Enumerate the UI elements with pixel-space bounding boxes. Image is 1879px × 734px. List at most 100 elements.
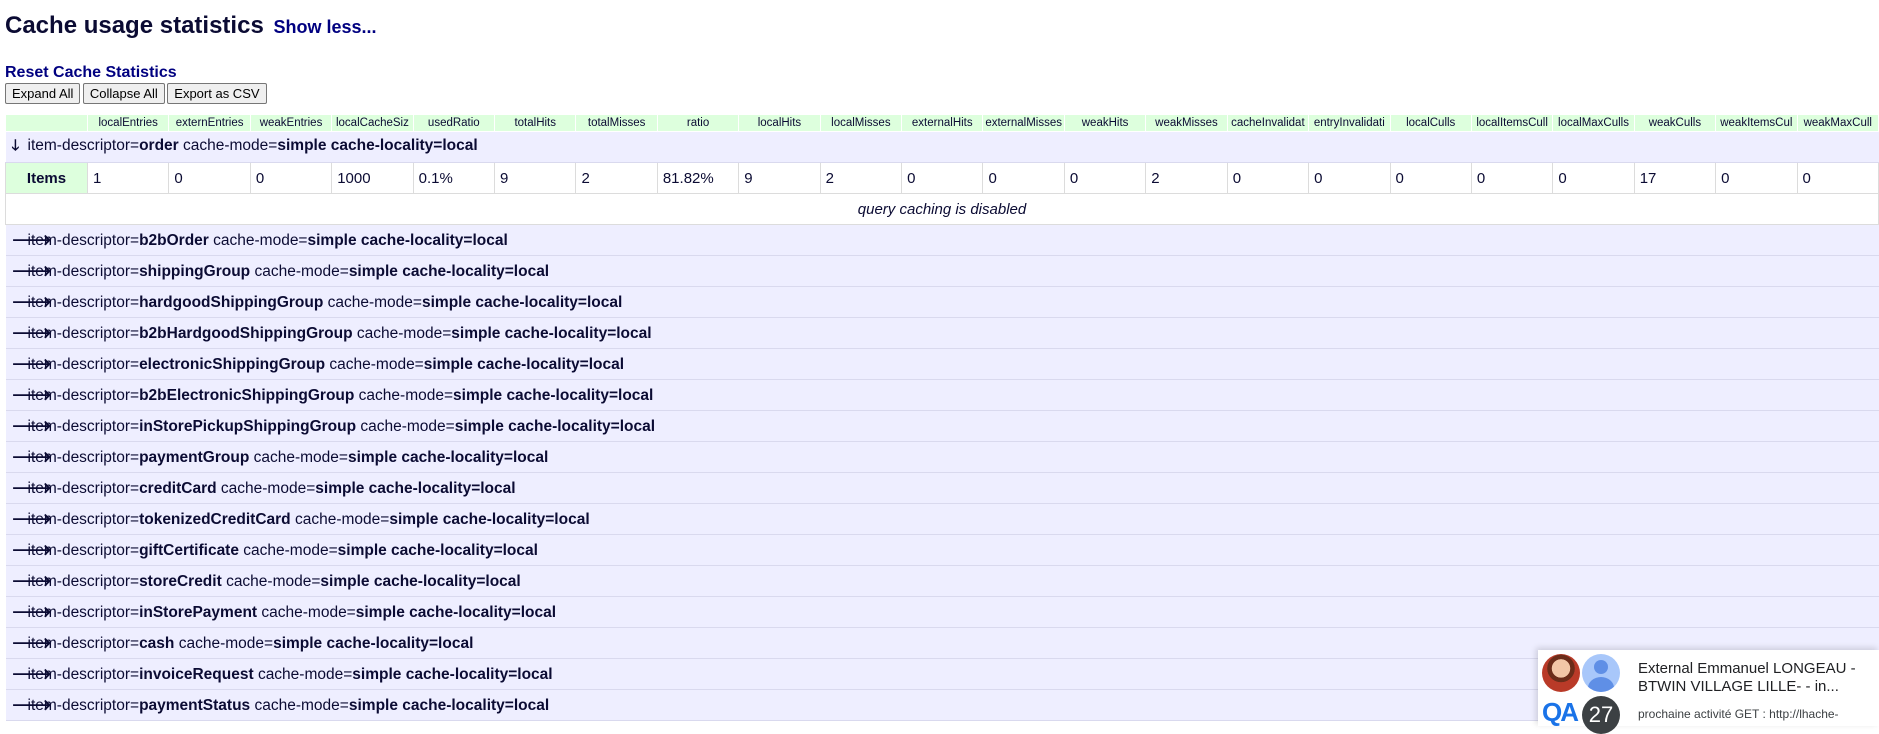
item-descriptor-row[interactable]: 🡒item-descriptor=giftCertificate cache-m… xyxy=(5,534,1879,566)
stat-cell: 0 xyxy=(168,162,251,194)
column-header: usedRatio xyxy=(412,114,496,132)
arrow-right-icon[interactable]: 🡒 xyxy=(12,385,52,404)
arrow-right-icon[interactable]: 🡒 xyxy=(12,509,52,528)
cache-mode-value: simple cache-locality=local xyxy=(348,263,550,280)
item-descriptor-row[interactable]: 🡒item-descriptor=b2bElectronicShippingGr… xyxy=(5,379,1879,411)
descriptor-name: cash xyxy=(139,635,175,652)
reset-cache-statistics-link[interactable]: Reset Cache Statistics xyxy=(5,64,1879,82)
arrow-right-icon[interactable]: 🡒 xyxy=(12,571,52,590)
column-header: cacheInvalidat xyxy=(1226,114,1310,132)
item-descriptor-row-expanded[interactable]: 🡓 item-descriptor=order cache-mode=simple… xyxy=(5,131,1879,163)
cache-mode-value: simple cache-locality=local xyxy=(273,635,474,652)
descriptor-prefix: item-descriptor= xyxy=(27,666,140,683)
item-descriptor-row[interactable]: 🡒item-descriptor=shippingGroup cache-mod… xyxy=(5,255,1879,287)
stat-cell: 0 xyxy=(1389,162,1472,194)
column-header: externalMisses xyxy=(982,114,1065,132)
item-descriptor-row[interactable]: 🡒item-descriptor=creditCard cache-mode=s… xyxy=(5,472,1879,504)
query-caching-row: query caching is disabled xyxy=(5,193,1879,225)
column-header: weakItemsCul xyxy=(1715,114,1798,132)
descriptor-prefix: item-descriptor= xyxy=(27,511,140,528)
descriptor-name: hardgoodShippingGroup xyxy=(139,294,324,311)
page-title: Cache usage statistics Show less... xyxy=(5,8,1879,44)
column-header: ratio xyxy=(656,114,740,132)
cache-mode-value: simple cache-locality=local xyxy=(315,480,516,497)
cache-mode-label: cache-mode= xyxy=(213,232,308,249)
descriptor-prefix: item-descriptor= xyxy=(27,573,140,590)
item-descriptor-row[interactable]: 🡒item-descriptor=tokenizedCreditCard cac… xyxy=(5,503,1879,535)
arrow-right-icon[interactable]: 🡒 xyxy=(12,540,52,559)
descriptor-prefix: item-descriptor= xyxy=(27,604,140,621)
descriptor-name: b2bElectronicShippingGroup xyxy=(139,387,355,404)
cache-mode-value: simple cache-locality=local xyxy=(320,573,521,590)
arrow-right-icon[interactable]: 🡒 xyxy=(12,447,52,466)
item-descriptor-row[interactable]: 🡒item-descriptor=inStorePickupShippingGr… xyxy=(5,410,1879,442)
expand-all-button[interactable]: Expand All xyxy=(5,83,81,104)
collapse-all-button[interactable]: Collapse All xyxy=(82,83,165,104)
descriptor-name: inStorePickupShippingGroup xyxy=(139,418,357,435)
stat-cell: 2 xyxy=(1145,162,1228,194)
column-header: localEntries xyxy=(86,114,170,132)
cache-mode-value: simple cache-locality=local xyxy=(389,511,590,528)
cache-mode-label: cache-mode= xyxy=(254,263,349,280)
notification-count-badge: 27 xyxy=(1582,696,1620,734)
arrow-right-icon[interactable]: 🡒 xyxy=(12,230,52,249)
descriptor-name: giftCertificate xyxy=(139,542,239,559)
column-header: externEntries xyxy=(168,114,251,132)
arrow-right-icon[interactable]: 🡒 xyxy=(12,261,52,280)
cache-mode-label: cache-mode= xyxy=(360,418,455,435)
export-csv-button[interactable]: Export as CSV xyxy=(167,83,267,104)
column-header: weakEntries xyxy=(249,114,333,132)
cache-mode-label: cache-mode= xyxy=(257,666,353,683)
notification-popup[interactable]: QA 27 External Emmanuel LONGEAU - BTWIN … xyxy=(1538,650,1879,734)
arrow-right-icon[interactable]: 🡒 xyxy=(12,633,52,652)
stat-cell: 1000 xyxy=(331,162,414,194)
arrow-right-icon[interactable]: 🡒 xyxy=(12,323,52,342)
arrow-right-icon[interactable]: 🡒 xyxy=(12,354,52,373)
item-descriptor-row[interactable]: 🡒item-descriptor=b2bOrder cache-mode=sim… xyxy=(5,224,1879,256)
item-descriptor-row[interactable]: 🡒item-descriptor=paymentGroup cache-mode… xyxy=(5,441,1879,473)
descriptor-name: paymentGroup xyxy=(139,449,250,466)
column-header: localCulls xyxy=(1389,114,1472,132)
item-descriptor-row[interactable]: 🡒item-descriptor=storeCredit cache-mode=… xyxy=(5,565,1879,597)
stat-cell: 2 xyxy=(575,162,658,194)
show-less-link[interactable]: Show less... xyxy=(273,17,376,37)
page-content: Cache usage statistics Show less... Rese… xyxy=(5,8,1879,721)
cache-mode-value: simple cache-locality=local xyxy=(337,542,538,559)
cache-mode-label: cache-mode= xyxy=(253,449,348,466)
arrow-right-icon[interactable]: 🡒 xyxy=(12,292,52,311)
cache-mode-value: simple cache-locality=local xyxy=(347,449,549,466)
cache-mode-label: cache-mode= xyxy=(261,604,356,621)
descriptor-prefix: item-descriptor= xyxy=(27,542,140,559)
arrow-right-icon[interactable]: 🡒 xyxy=(12,602,52,621)
person-icon xyxy=(1582,654,1620,692)
descriptor-name: inStorePayment xyxy=(139,604,258,621)
column-header: totalMisses xyxy=(575,114,658,132)
cache-mode-value: simple cache-locality=local xyxy=(352,666,553,683)
descriptor-prefix: item-descriptor= xyxy=(27,387,140,404)
item-descriptor-row[interactable]: 🡒item-descriptor=hardgoodShippingGroup c… xyxy=(5,286,1879,318)
item-descriptor-row[interactable]: 🡒item-descriptor=b2bHardgoodShippingGrou… xyxy=(5,317,1879,349)
cache-mode-label: cache-mode= xyxy=(220,480,316,497)
item-descriptor-row[interactable]: 🡒item-descriptor=electronicShippingGroup… xyxy=(5,348,1879,380)
descriptor-prefix: item-descriptor= xyxy=(27,418,140,435)
item-descriptor-row[interactable]: 🡒item-descriptor=inStorePayment cache-mo… xyxy=(5,596,1879,628)
descriptor-name: tokenizedCreditCard xyxy=(139,511,291,528)
sender-avatar xyxy=(1542,654,1580,692)
column-header: localItemsCull xyxy=(1470,114,1554,132)
cache-mode-label: cache-mode= xyxy=(183,136,278,154)
descriptor-name: b2bOrder xyxy=(139,232,209,249)
arrow-right-icon[interactable]: 🡒 xyxy=(12,695,52,714)
table-header-row: localEntries externEntries weakEntries loca… xyxy=(5,114,1879,132)
stat-cell: 0 xyxy=(1063,162,1147,194)
descriptor-prefix: item-descriptor= xyxy=(27,480,140,497)
arrow-right-icon[interactable]: 🡒 xyxy=(12,478,52,497)
stat-cell: 81.82% xyxy=(656,162,740,194)
arrow-down-icon[interactable]: 🡓 xyxy=(12,135,26,160)
column-header: weakMaxCull xyxy=(1796,114,1879,132)
descriptor-prefix: item-descriptor= xyxy=(27,136,140,154)
descriptor-name: creditCard xyxy=(139,480,217,497)
arrow-right-icon[interactable]: 🡒 xyxy=(12,416,52,435)
cache-mode-value: simple cache-locality=local xyxy=(453,387,654,404)
column-header: weakHits xyxy=(1063,114,1147,132)
arrow-right-icon[interactable]: 🡒 xyxy=(12,664,52,683)
